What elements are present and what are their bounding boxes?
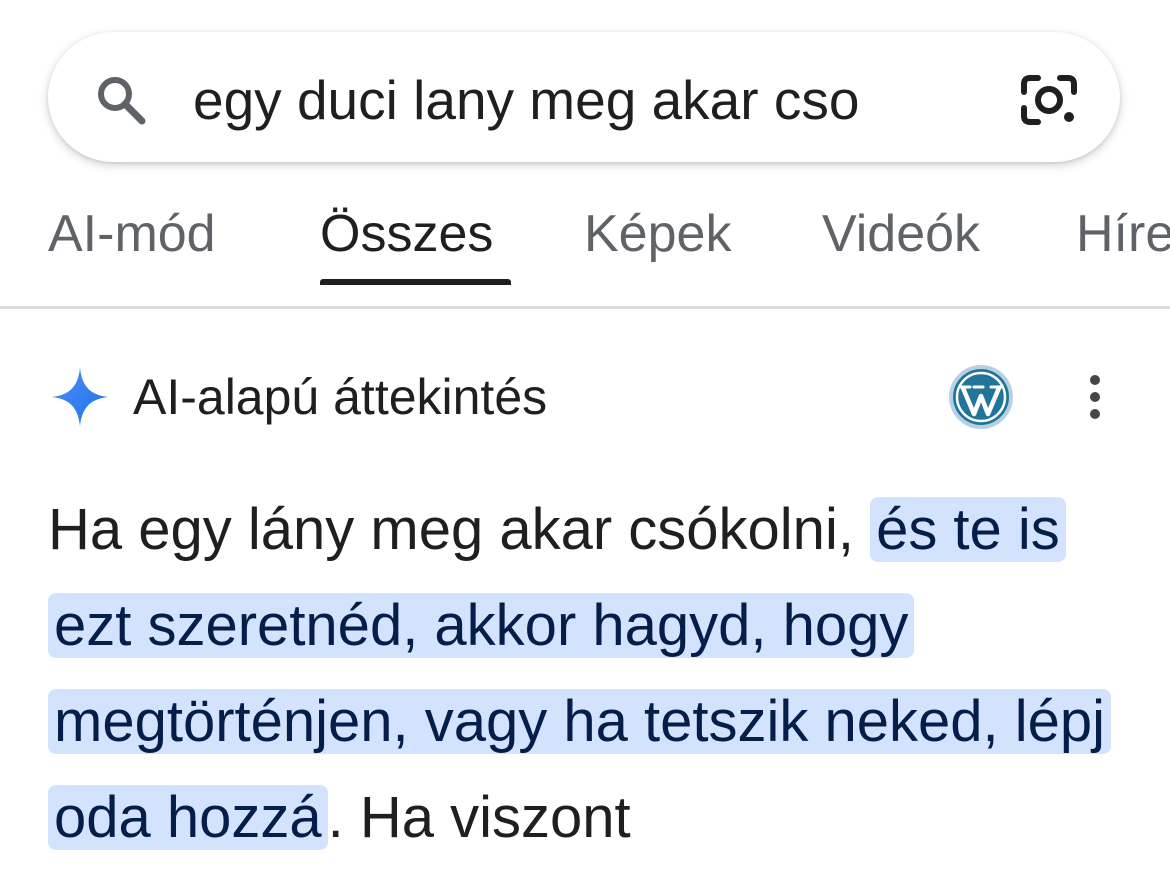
search-tabs: AI-mód Összes Képek Videók Híre: [0, 190, 1170, 308]
active-tab-indicator: [320, 279, 511, 285]
tab-ai-mode[interactable]: AI-mód: [48, 202, 216, 266]
more-options-icon[interactable]: [1078, 372, 1112, 422]
tabs-divider: [0, 306, 1170, 309]
search-icon[interactable]: [90, 70, 150, 130]
wordpress-icon[interactable]: [948, 364, 1014, 430]
ai-overview-text: Ha egy lány meg akar csókolni, és te is …: [48, 482, 1128, 866]
ai-overview-title: AI-alapú áttekintés: [133, 369, 548, 425]
tab-news[interactable]: Híre: [1076, 202, 1170, 266]
tab-images[interactable]: Képek: [584, 202, 731, 266]
google-lens-icon[interactable]: [1018, 70, 1080, 130]
ai-sparkle-icon: [52, 368, 108, 426]
search-results-page: AI-mód Összes Képek Videók Híre AI-alapú…: [0, 0, 1170, 874]
ai-overview-text-plain: Ha egy lány meg akar csókolni,: [48, 497, 871, 562]
tab-videos[interactable]: Videók: [822, 202, 980, 266]
tab-all[interactable]: Összes: [320, 202, 493, 266]
ai-overview-text-plain-after: . Ha viszont: [327, 785, 631, 850]
search-input[interactable]: [193, 66, 983, 134]
